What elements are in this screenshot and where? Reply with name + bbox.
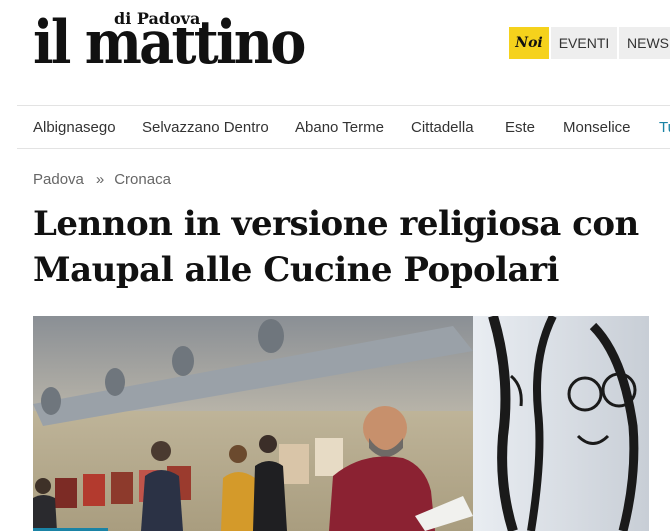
breadcrumb-separator: » bbox=[95, 171, 105, 188]
headline-line-1: Lennon in versione religiosa con bbox=[33, 204, 639, 244]
nav-item-abano-terme[interactable]: Abano Terme bbox=[295, 118, 384, 138]
article-photo-illustration bbox=[33, 316, 649, 531]
nav-top-divider bbox=[17, 105, 670, 106]
newsletter-button[interactable]: NEWSL bbox=[619, 27, 670, 59]
top-buttons: Noi EVENTI NEWSL bbox=[509, 27, 670, 59]
logo-sub-text: di Padova bbox=[112, 9, 203, 28]
nav-item-monselice[interactable]: Monselice bbox=[563, 118, 631, 138]
article-headline: Lennon in versione religiosa con Maupal … bbox=[33, 201, 658, 293]
article-photo[interactable] bbox=[33, 316, 649, 531]
site-logo[interactable]: il mattino di Padova bbox=[33, 8, 333, 78]
breadcrumb-padova[interactable]: Padova bbox=[33, 171, 84, 188]
nav-item-este[interactable]: Este bbox=[505, 118, 535, 138]
breadcrumb-cronaca[interactable]: Cronaca bbox=[114, 171, 171, 188]
noi-button[interactable]: Noi bbox=[509, 27, 549, 59]
nav-item-selvazzano-dentro[interactable]: Selvazzano Dentro bbox=[142, 118, 269, 138]
eventi-button[interactable]: EVENTI bbox=[551, 27, 617, 59]
nav-item-tu[interactable]: Tu bbox=[659, 118, 670, 138]
headline-line-2: Maupal alle Cucine Popolari bbox=[33, 250, 559, 290]
nav-item-cittadella[interactable]: Cittadella bbox=[411, 118, 474, 138]
nav-bottom-divider bbox=[17, 148, 670, 149]
breadcrumb: Padova » Cronaca bbox=[33, 171, 171, 189]
nav-item-albignasego[interactable]: Albignasego bbox=[33, 118, 116, 138]
